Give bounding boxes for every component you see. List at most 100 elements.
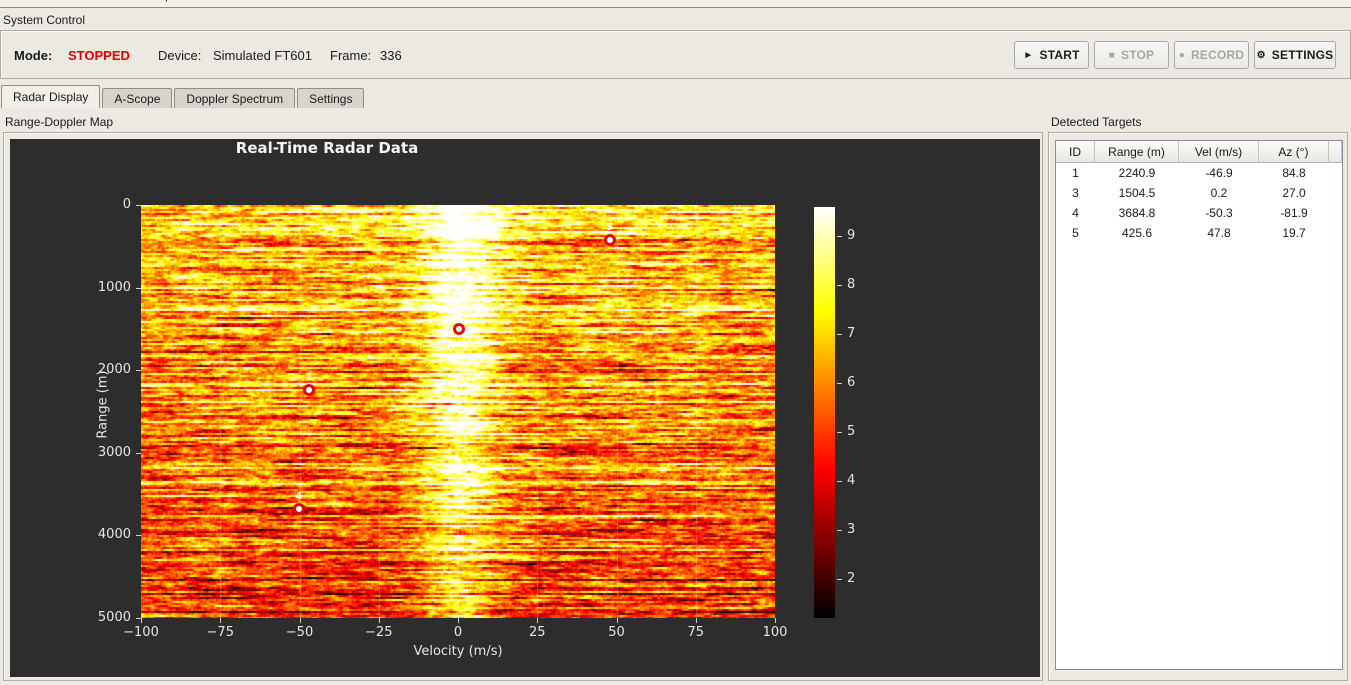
x-tick-mark [775, 618, 776, 623]
table-cell: 47.8 [1207, 226, 1231, 240]
table-row[interactable]: 1 2240.9 -46.9 84.8 [1056, 163, 1342, 183]
table-cell: 1 [1072, 166, 1079, 180]
table-cell: -46.9 [1205, 166, 1233, 180]
x-tick-label: 50 [608, 625, 625, 640]
column-header-vel-m-s[interactable]: Vel (m/s) [1179, 141, 1259, 163]
x-tick-mark [220, 618, 222, 623]
device-label: Device: [158, 48, 202, 63]
column-header-range-m[interactable]: Range (m) [1095, 141, 1179, 163]
column-header-filler [1329, 141, 1342, 163]
y-tick-label: 1000 [97, 279, 131, 295]
range-doppler-heatmap [141, 205, 775, 618]
colorbar-tick-mark [837, 383, 842, 385]
colorbar-tick-label: 8 [847, 277, 856, 293]
y-tick-mark [136, 535, 141, 537]
tab-radar-display[interactable]: Radar Display [1, 85, 101, 108]
column-header-az[interactable]: Az (°) [1259, 141, 1329, 163]
menu-tools[interactable]: Tools [97, 0, 125, 2]
colorbar-tick-mark [837, 432, 842, 434]
y-tick-label: 5000 [97, 610, 131, 625]
menu-help[interactable]: Help [147, 0, 172, 2]
table-cell: 2240.9 [1118, 166, 1156, 180]
menu-file[interactable]: File [8, 0, 27, 2]
x-tick-label: −50 [285, 625, 314, 640]
tab-a-scope[interactable]: A-Scope [102, 88, 173, 108]
x-tick-label: −75 [206, 625, 234, 640]
colorbar-tick-mark [837, 481, 842, 482]
table-header-row: ID Range (m) Vel (m/s) Az (°) [1056, 141, 1342, 163]
record-button: ● RECORD [1174, 41, 1249, 69]
target-marker-3 [452, 323, 465, 336]
target-marker-label-4: 4 [295, 491, 303, 503]
x-tick-label: −100 [123, 625, 159, 640]
y-tick-label: 2000 [97, 362, 131, 378]
stop-button: ■ STOP [1094, 41, 1169, 69]
x-tick-label: −25 [365, 625, 393, 640]
colorbar-tick-label: 4 [847, 473, 856, 488]
x-tick-mark [299, 618, 301, 623]
colorbar [814, 207, 835, 618]
menu-view[interactable]: View [49, 0, 75, 2]
colorbar-tick-mark [837, 285, 842, 287]
system-control-title: System Control [3, 13, 86, 27]
frame-counter: 336 [380, 48, 402, 63]
y-tick-mark [136, 452, 141, 454]
record-button-label: RECORD [1191, 48, 1245, 62]
table-cell: -81.9 [1280, 206, 1308, 220]
start-button[interactable]: ► START [1014, 41, 1089, 69]
table-row[interactable]: 4 3684.8 -50.3 -81.9 [1056, 203, 1342, 223]
target-marker-4 [292, 503, 305, 516]
column-header-id[interactable]: ID [1056, 141, 1095, 163]
y-tick-mark [136, 370, 141, 372]
y-tick-mark [136, 287, 141, 289]
table-cell: 0.2 [1210, 186, 1228, 200]
table-row[interactable]: 5 425.6 47.8 19.7 [1056, 223, 1342, 243]
x-tick-label: 25 [528, 625, 546, 640]
x-tick-label: 100 [762, 625, 788, 640]
colorbar-tick-mark [837, 578, 842, 580]
colorbar-tick-mark [837, 334, 842, 336]
x-tick-mark [141, 618, 142, 623]
stop-button-label: STOP [1120, 48, 1155, 62]
range-doppler-map-title: Range-Doppler Map [5, 115, 114, 129]
settings-button[interactable]: ⚙ SETTINGS [1254, 41, 1336, 69]
table-cell: 27.0 [1282, 186, 1306, 200]
table-cell: 3 [1072, 186, 1079, 200]
start-button-label: START [1039, 48, 1080, 62]
x-tick-mark [537, 618, 539, 623]
stop-icon: ■ [1108, 49, 1115, 61]
device-value: Simulated FT601 [213, 48, 312, 63]
y-tick-label: 0 [122, 197, 131, 212]
play-icon: ► [1023, 49, 1034, 61]
mode-label: Mode: [14, 48, 53, 63]
menu-bar: File View Tools Help [0, 0, 1351, 8]
mode-value-stopped: STOPPED [68, 48, 130, 63]
record-icon: ● [1178, 49, 1186, 61]
colorbar-tick-label: 5 [847, 424, 856, 440]
x-axis-label: Velocity (m/s) [413, 644, 503, 659]
colorbar-tick-label: 9 [847, 228, 856, 244]
colorbar-tick-label: 3 [847, 521, 856, 537]
y-tick-label: 4000 [97, 527, 131, 543]
x-tick-mark [695, 618, 697, 623]
target-marker-5 [603, 234, 616, 247]
table-cell: -50.3 [1205, 206, 1233, 220]
x-tick-label: 75 [687, 625, 705, 640]
chart-title: Real-Time Radar Data [235, 139, 419, 157]
colorbar-tick-label: 6 [847, 375, 856, 391]
table-cell: 84.8 [1282, 166, 1306, 180]
colorbar-tick-mark [837, 529, 842, 531]
x-tick-mark [616, 618, 618, 623]
y-tick-mark [136, 205, 141, 206]
target-marker-label-1: 1 [305, 372, 313, 384]
table-cell: 1504.5 [1118, 186, 1156, 200]
tab-doppler-spectrum[interactable]: Doppler Spectrum [174, 88, 296, 108]
tab-strip: Radar Display A-Scope Doppler Spectrum S… [1, 85, 366, 108]
tab-settings[interactable]: Settings [297, 88, 365, 108]
detected-targets-table[interactable]: ID Range (m) Vel (m/s) Az (°) 1 2240.9 -46.9 8… [1055, 140, 1343, 670]
table-cell: 4 [1072, 206, 1079, 220]
colorbar-tick-label: 2 [847, 570, 856, 586]
table-row[interactable]: 3 1504.5 0.2 27.0 [1056, 183, 1342, 203]
settings-button-label: SETTINGS [1271, 48, 1334, 62]
table-cell: 3684.8 [1118, 206, 1156, 220]
